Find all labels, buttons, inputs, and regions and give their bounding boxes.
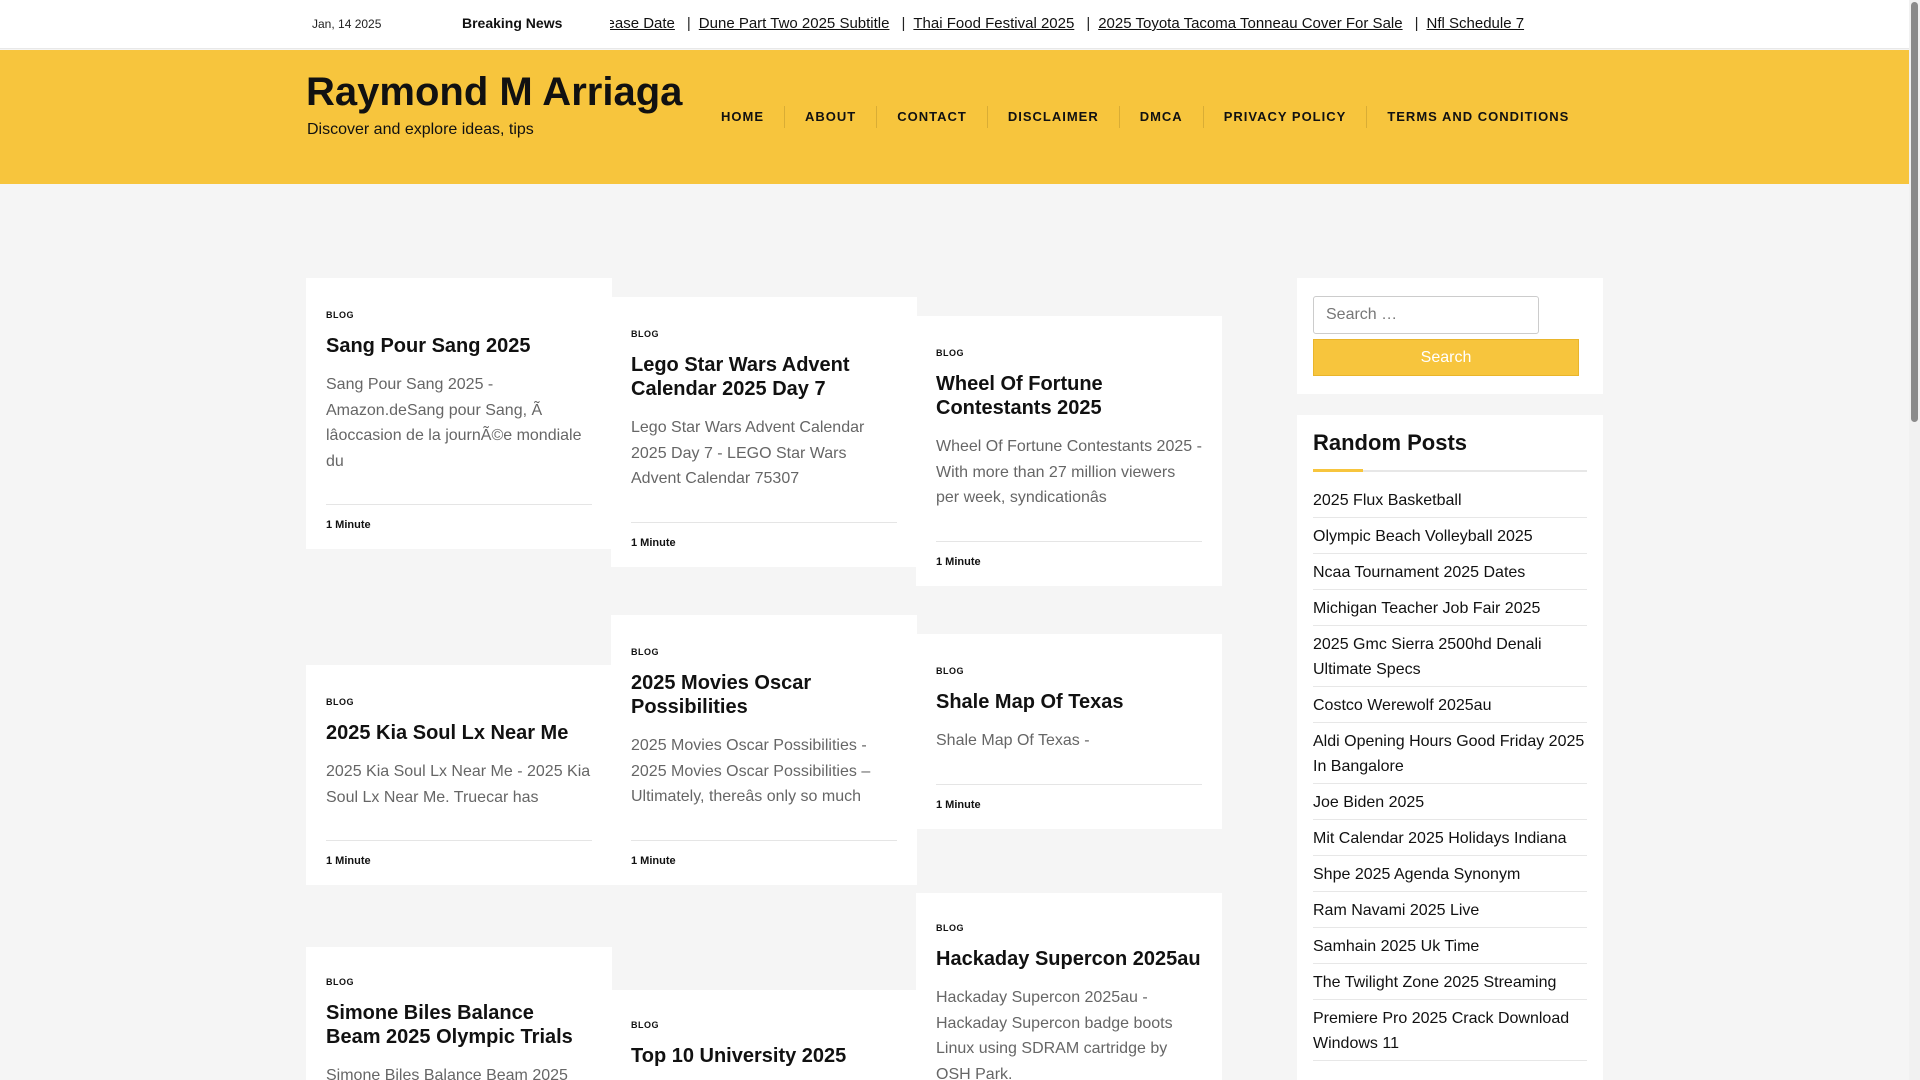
post-card: BLOG Simone Biles Balance Beam 2025 Olym… (306, 947, 612, 1080)
nav-terms-and-conditions[interactable]: TERMS AND CONDITIONS (1367, 106, 1589, 128)
random-post-link[interactable]: Shpe 2025 Agenda Synonym (1313, 856, 1587, 892)
random-posts-title: Random Posts (1313, 430, 1587, 472)
post-category[interactable]: BLOG (326, 977, 592, 987)
post-category[interactable]: BLOG (936, 348, 1202, 358)
random-post-link[interactable]: The Twilight Zone 2025 Streaming (1313, 964, 1587, 1000)
post-card: BLOG Top 10 University 2025 (611, 990, 917, 1080)
post-card: BLOG Wheel Of Fortune Contestants 2025 W… (916, 316, 1222, 586)
ticker-separator: | (686, 15, 691, 32)
post-card: BLOG Hackaday Supercon 2025au Hackaday S… (916, 893, 1222, 1080)
post-excerpt: Shale Map Of Texas - (936, 732, 1090, 749)
main-navigation: HOME ABOUT CONTACT DISCLAIMER DMCA PRIVA… (701, 50, 1589, 184)
post-title[interactable]: Shale Map Of Texas (936, 690, 1202, 714)
site-header: Raymond M Arriaga Discover and explore i… (0, 50, 1909, 184)
page-scrollbar[interactable] (1909, 0, 1920, 1080)
post-card: BLOG 2025 Kia Soul Lx Near Me 2025 Kia S… (306, 665, 612, 885)
site-description: Discover and explore ideas, tips (307, 121, 534, 138)
random-post-link[interactable]: Ncaa Tournament 2025 Dates (1313, 554, 1587, 590)
nav-privacy-policy[interactable]: PRIVACY POLICY (1204, 106, 1368, 128)
random-post-link[interactable]: Ram Navami 2025 Live (1313, 892, 1587, 928)
nav-disclaimer[interactable]: DISCLAIMER (988, 106, 1120, 128)
nav-home[interactable]: HOME (701, 106, 785, 128)
search-button[interactable]: Search (1313, 339, 1579, 376)
post-card: BLOG Sang Pour Sang 2025 Sang Pour Sang … (306, 278, 612, 549)
nav-dmca[interactable]: DMCA (1120, 106, 1204, 128)
breaking-news-label: Breaking News (462, 15, 563, 31)
ticker-link[interactable]: Thai Food Festival 2025 (913, 15, 1074, 32)
random-post-link[interactable]: Samhain 2025 Uk Time (1313, 928, 1587, 964)
top-bar: Jan, 14 2025 Breaking News Release Date |… (0, 0, 1909, 49)
ticker-separator: | (1414, 15, 1419, 32)
post-category[interactable]: BLOG (936, 666, 1202, 676)
post-title[interactable]: Wheel Of Fortune Contestants 2025 (936, 372, 1202, 420)
site-title[interactable]: Raymond M Arriaga (306, 70, 682, 115)
random-post-link[interactable]: Joe Biden 2025 (1313, 784, 1587, 820)
random-posts-list: 2025 Flux Basketball Olympic Beach Volle… (1313, 482, 1587, 1061)
random-post-link[interactable]: Premiere Pro 2025 Crack Download Windows… (1313, 1000, 1587, 1061)
post-category[interactable]: BLOG (326, 310, 592, 320)
random-post-link[interactable]: Mit Calendar 2025 Holidays Indiana (1313, 820, 1587, 856)
post-title[interactable]: Simone Biles Balance Beam 2025 Olympic T… (326, 1001, 592, 1049)
post-category[interactable]: BLOG (631, 1020, 897, 1030)
post-card: BLOG Shale Map Of Texas Shale Map Of Tex… (916, 634, 1222, 829)
current-date: Jan, 14 2025 (312, 17, 382, 31)
post-excerpt: 2025 Kia Soul Lx Near Me - 2025 Kia Soul… (326, 763, 591, 806)
post-category[interactable]: BLOG (936, 923, 1202, 933)
post-category[interactable]: BLOG (631, 647, 897, 657)
random-post-link[interactable]: Olympic Beach Volleyball 2025 (1313, 518, 1587, 554)
post-title[interactable]: 2025 Kia Soul Lx Near Me (326, 721, 592, 745)
random-post-link[interactable]: Aldi Opening Hours Good Friday 2025 In B… (1313, 723, 1587, 784)
search-placeholder: Search … (1326, 306, 1398, 323)
post-excerpt: Lego Star Wars Advent Calendar 2025 Day … (631, 419, 865, 487)
breaking-news-ticker: Release Date | Dune Part Two 2025 Subtitle… (610, 0, 1604, 49)
post-excerpt: Sang Pour Sang 2025 - Amazon.deSang pour… (326, 376, 582, 470)
random-post-link[interactable]: Michigan Teacher Job Fair 2025 (1313, 590, 1587, 626)
scrollbar-thumb[interactable] (1911, 2, 1918, 422)
ticker-separator: | (1086, 15, 1091, 32)
nav-contact[interactable]: CONTACT (877, 106, 988, 128)
post-title[interactable]: Sang Pour Sang 2025 (326, 334, 592, 358)
post-excerpt: Wheel Of Fortune Contestants 2025 - With… (936, 438, 1202, 506)
ticker-link[interactable]: 2025 Toyota Tacoma Tonneau Cover For Sal… (1098, 15, 1402, 32)
post-read-time: 1 Minute (326, 504, 592, 531)
nav-about[interactable]: ABOUT (785, 106, 878, 128)
post-title[interactable]: 2025 Movies Oscar Possibilities (631, 671, 897, 719)
post-excerpt: 2025 Movies Oscar Possibilities - 2025 M… (631, 737, 871, 805)
ticker-link[interactable]: Release Date (610, 15, 675, 32)
post-read-time: 1 Minute (631, 521, 897, 549)
post-title[interactable]: Hackaday Supercon 2025au (936, 947, 1202, 971)
post-read-time: 1 Minute (631, 839, 897, 867)
search-input[interactable]: Search … (1313, 296, 1539, 334)
ticker-link[interactable]: Dune Part Two 2025 Subtitle (699, 15, 890, 32)
search-widget: Search … Search (1297, 278, 1603, 394)
ticker-link[interactable]: Nfl Schedule 7 (1427, 15, 1525, 32)
post-category[interactable]: BLOG (326, 697, 592, 707)
random-post-link[interactable]: Costco Werewolf 2025au (1313, 687, 1587, 723)
random-post-link[interactable]: 2025 Flux Basketball (1313, 482, 1587, 518)
post-title[interactable]: Lego Star Wars Advent Calendar 2025 Day … (631, 353, 897, 401)
post-excerpt: Simone Biles Balance Beam 2025 (326, 1067, 568, 1080)
post-excerpt: Hackaday Supercon 2025au - Hackaday Supe… (936, 989, 1173, 1080)
post-card: BLOG 2025 Movies Oscar Possibilities 202… (611, 615, 917, 885)
post-read-time: 1 Minute (936, 783, 1202, 811)
post-category[interactable]: BLOG (631, 329, 897, 339)
post-read-time: 1 Minute (936, 540, 1202, 568)
post-card: BLOG Lego Star Wars Advent Calendar 2025… (611, 297, 917, 567)
post-title[interactable]: Top 10 University 2025 (631, 1044, 897, 1068)
random-post-link[interactable]: 2025 Gmc Sierra 2500hd Denali Ultimate S… (1313, 626, 1587, 687)
ticker-separator: | (901, 15, 906, 32)
random-posts-widget: Random Posts 2025 Flux Basketball Olympi… (1297, 415, 1603, 1080)
post-read-time: 1 Minute (326, 840, 592, 867)
